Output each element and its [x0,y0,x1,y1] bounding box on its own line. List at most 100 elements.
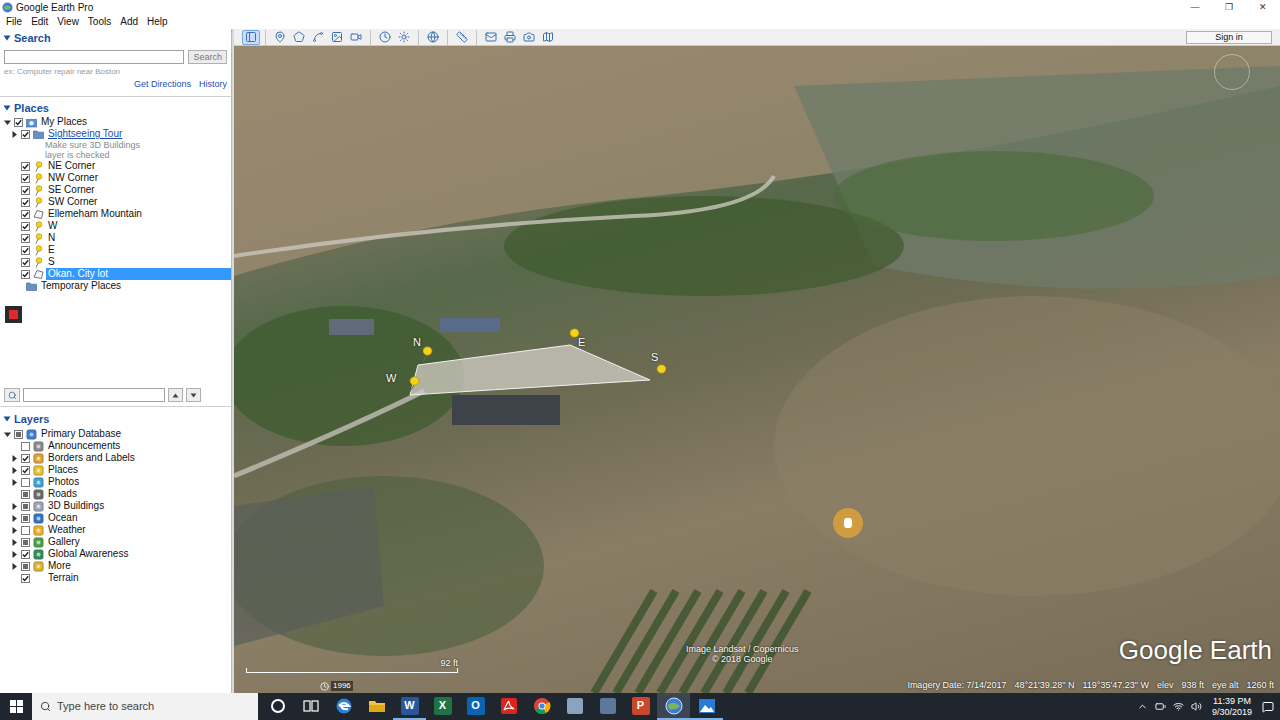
record-tour-button[interactable] [5,306,22,323]
tree-item-label[interactable]: Sightseeing Tour [46,128,125,140]
menu-item[interactable]: Tools [88,16,111,28]
tree-item-label[interactable]: S [46,256,58,268]
taskbar-app[interactable] [558,693,591,720]
checkbox[interactable] [21,174,30,183]
tree-item-label[interactable]: Terrain [46,572,82,584]
search-button[interactable]: Search [188,50,227,64]
time-slider[interactable]: 1996 [320,681,353,691]
tree-item-label[interactable]: Temporary Places [39,280,124,292]
checkbox[interactable] [21,466,30,475]
taskbar-app[interactable] [261,693,294,720]
tree-item[interactable]: More [0,560,231,572]
tree-item[interactable]: W [0,220,231,232]
checkbox[interactable] [21,210,30,219]
checkbox[interactable] [14,118,23,127]
tree-item-label[interactable]: NE Corner [46,160,98,172]
taskbar-search[interactable]: Type here to search [32,693,258,720]
chevron-up-icon[interactable] [1137,701,1148,712]
section-header[interactable]: Search [0,31,231,45]
checkbox[interactable] [21,258,30,267]
places-search-button[interactable] [4,388,20,402]
tree-item-label[interactable]: Gallery [46,536,83,548]
pushpin-icon[interactable] [408,376,420,392]
expander-icon[interactable] [3,118,12,127]
search-input[interactable] [4,50,184,64]
sign-in-button[interactable]: Sign in [1186,31,1272,44]
notification-icon[interactable] [1262,701,1274,713]
checkbox[interactable] [14,430,23,439]
expander-icon[interactable] [10,502,19,511]
tree-item-label[interactable]: SW Corner [46,196,100,208]
checkbox[interactable] [21,270,30,279]
tree-item[interactable]: S [0,256,231,268]
menu-item[interactable]: File [6,16,22,28]
battery-icon[interactable] [1155,701,1166,712]
tree-item[interactable]: Photos [0,476,231,488]
checkbox[interactable] [21,454,30,463]
expander-icon[interactable] [3,430,12,439]
tree-item[interactable]: SE Corner [0,184,231,196]
tree-item[interactable]: N [0,232,231,244]
tree-item[interactable]: E [0,244,231,256]
previous-button[interactable] [168,388,183,402]
expander-icon[interactable] [10,466,19,475]
sidebar-button[interactable] [242,30,260,45]
tree-item[interactable]: Ocean [0,512,231,524]
tree-item-label[interactable]: More [46,560,74,572]
checkbox[interactable] [21,562,30,571]
tree-item[interactable]: Global Awareness [0,548,231,560]
checkbox[interactable] [21,222,30,231]
checkbox[interactable] [21,490,30,499]
tree-item[interactable]: Roads [0,488,231,500]
next-button[interactable] [186,388,201,402]
tree-item[interactable]: SW Corner [0,196,231,208]
checkbox[interactable] [21,526,30,535]
taskbar-app[interactable] [327,693,360,720]
expander-icon[interactable] [10,538,19,547]
checkbox[interactable] [21,234,30,243]
checkbox[interactable] [21,550,30,559]
taskbar-app[interactable] [492,693,525,720]
image-button[interactable] [520,30,538,45]
expander-icon[interactable] [10,526,19,535]
volume-icon[interactable] [1191,701,1202,712]
sun-button[interactable] [395,30,413,45]
tree-item-label[interactable]: My Places [39,116,90,128]
tree-item[interactable]: Temporary Places [0,280,231,292]
tree-item-label[interactable]: Announcements [46,440,123,452]
expander-icon[interactable] [10,550,19,559]
expander-icon[interactable] [10,514,19,523]
print-button[interactable] [501,30,519,45]
tree-item[interactable]: Borders and Labels [0,452,231,464]
checkbox[interactable] [21,514,30,523]
checkbox[interactable] [21,246,30,255]
tree-item-label[interactable]: Ocean [46,512,80,524]
tree-item[interactable]: NW Corner [0,172,231,184]
checkbox[interactable] [21,538,30,547]
expander-icon[interactable] [10,562,19,571]
tree-item-label[interactable]: Places [46,464,81,476]
tree-item-label[interactable]: Okan. City lot [46,268,231,280]
ruler-button[interactable] [453,30,471,45]
network-icon[interactable] [1173,701,1184,712]
clock[interactable]: 11:39 PM9/30/2019 [1209,696,1255,718]
taskbar-app[interactable]: X [426,693,459,720]
tree-item[interactable]: NE Corner [0,160,231,172]
map-view[interactable]: NESW92 ft1996Image Landsat / Copernicus©… [234,46,1280,693]
taskbar-app[interactable]: W [393,693,426,720]
history-button[interactable] [376,30,394,45]
tree-item-label[interactable]: Borders and Labels [46,452,138,464]
search-link[interactable]: Get Directions [134,79,191,90]
overlay-button[interactable] [328,30,346,45]
tree-item-label[interactable]: W [46,220,60,232]
taskbar-app[interactable]: O [459,693,492,720]
tree-item[interactable]: Announcements [0,440,231,452]
path-button[interactable] [309,30,327,45]
tree-item-label[interactable]: Primary Database [39,428,124,440]
checkbox[interactable] [21,130,30,139]
tree-item-label[interactable]: Photos [46,476,82,488]
checkbox[interactable] [21,162,30,171]
tree-item-label[interactable]: N [46,232,58,244]
tree-item[interactable]: Ellemeham Mountain [0,208,231,220]
tree-item-label[interactable]: E [46,244,58,256]
